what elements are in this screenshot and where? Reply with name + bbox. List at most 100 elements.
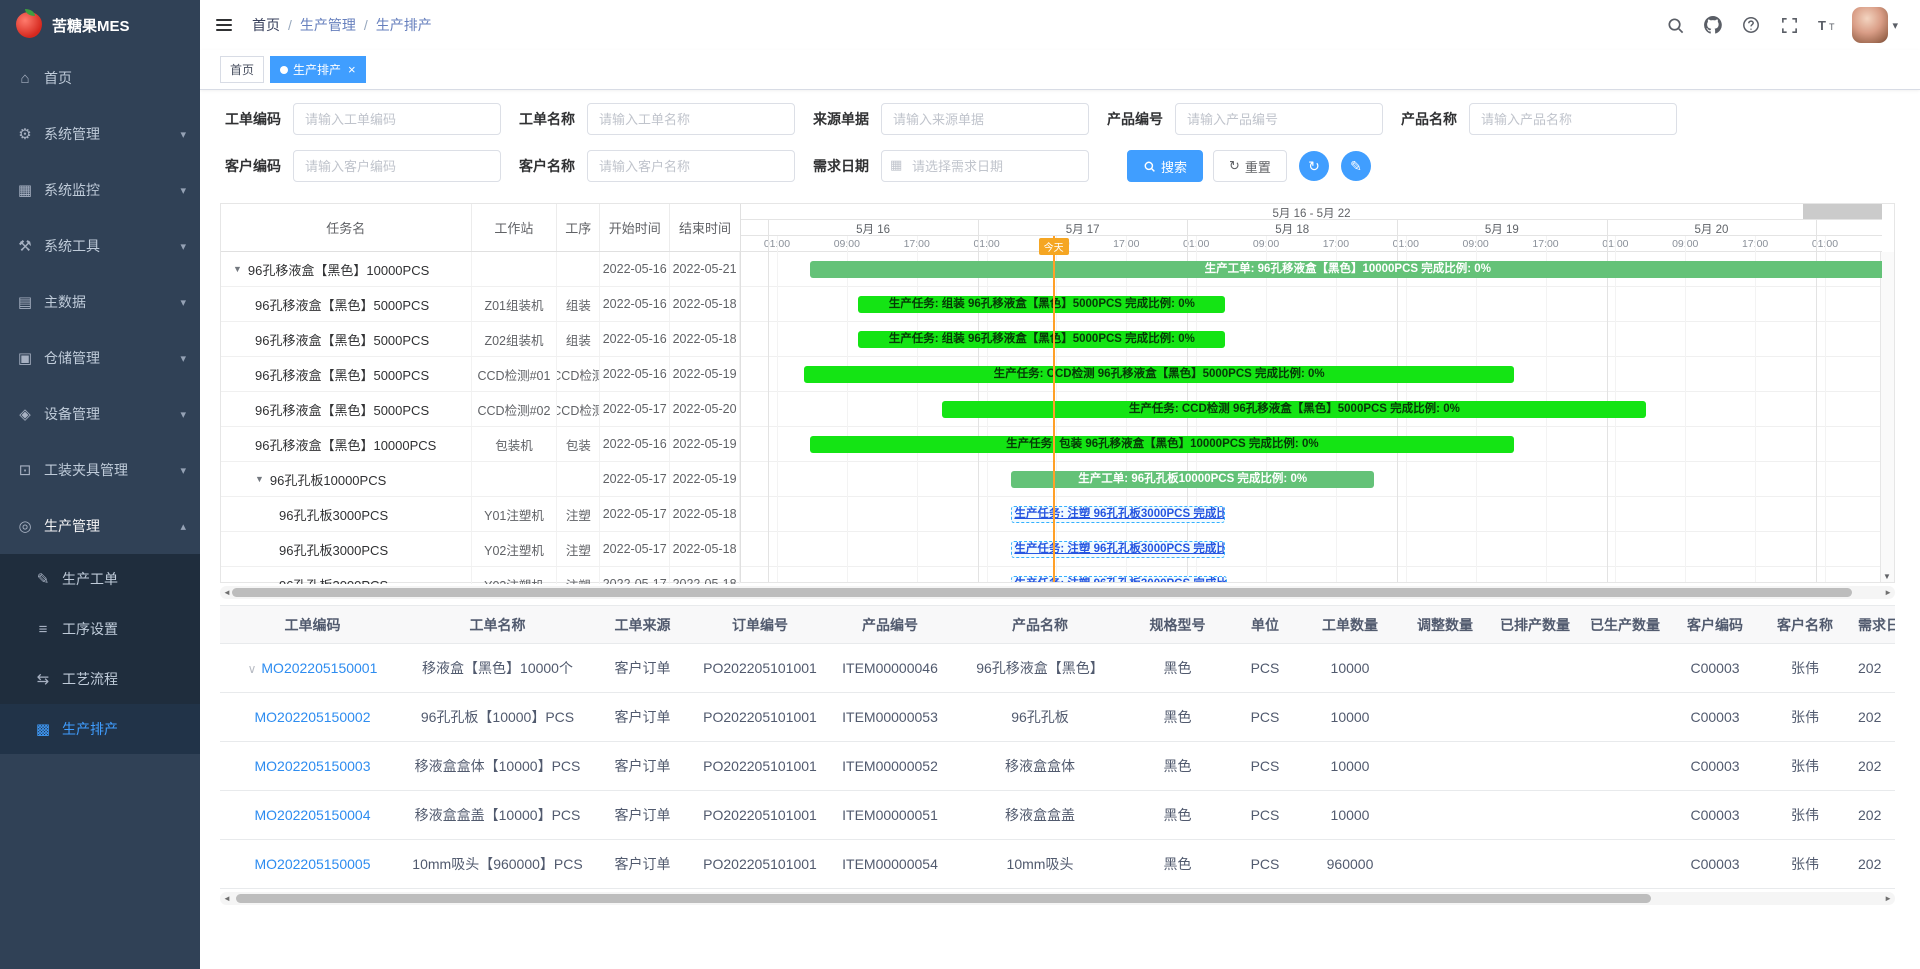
task-name: 96孔移液盒【黑色】5000PCS xyxy=(255,295,429,314)
sidebar-item-fixture[interactable]: ⊡工装夹具管理▾ xyxy=(0,442,200,498)
sidebar-item-process-settings[interactable]: ≡工序设置 xyxy=(0,604,200,654)
filter-label-demand-date: 需求日期 xyxy=(813,156,871,176)
font-size-icon[interactable]: TT xyxy=(1816,14,1838,36)
edit-circle-button[interactable]: ✎ xyxy=(1341,151,1371,181)
scrollbar-thumb[interactable] xyxy=(232,588,1852,597)
station-cell xyxy=(472,252,558,286)
user-menu[interactable]: ▾ xyxy=(1852,7,1898,43)
row-caret-icon[interactable]: ∨ xyxy=(248,662,257,676)
gantt-task-bar[interactable]: 生产任务: 注塑 96孔孔板3000PCS 完成比例: 0% xyxy=(1011,541,1225,558)
gantt-task-row[interactable]: 96孔移液盒【黑色】5000PCSCCD检测#01CCD检测2022-05-16… xyxy=(221,357,740,392)
order-code-link[interactable]: MO202205150004 xyxy=(255,807,371,823)
close-icon[interactable]: × xyxy=(348,63,356,76)
sidebar-item-home[interactable]: ⌂首页 xyxy=(0,50,200,106)
sidebar-item-label: 工艺流程 xyxy=(62,669,118,689)
down-arrow-icon[interactable]: ▼ xyxy=(1883,572,1891,581)
gantt-task-bar[interactable]: 生产任务: 组装 96孔移液盒【黑色】5000PCS 完成比例: 0% xyxy=(858,331,1225,348)
hamburger-icon[interactable] xyxy=(214,15,236,35)
gantt-panel: 任务名工作站工序开始时间结束时间 ▼96孔移液盒【黑色】10000PCS2022… xyxy=(220,203,1895,583)
refresh-circle-button[interactable]: ↻ xyxy=(1299,151,1329,181)
expand-caret-icon[interactable]: ▼ xyxy=(255,474,264,484)
gantt-task-bar[interactable]: 生产任务: CCD检测 96孔移液盒【黑色】5000PCS 完成比例: 0% xyxy=(942,401,1646,418)
right-arrow-icon[interactable]: ► xyxy=(1884,588,1892,597)
breadcrumb-current[interactable]: 生产排产 xyxy=(376,15,432,35)
task-name-cell: 96孔移液盒【黑色】5000PCS xyxy=(221,392,472,426)
order-cell-customer_name: 张伟 xyxy=(1760,644,1850,693)
sidebar-item-work-order[interactable]: ✎生产工单 xyxy=(0,554,200,604)
gantt-task-row[interactable]: 96孔移液盒【黑色】5000PCSZ01组装机组装2022-05-162022-… xyxy=(221,287,740,322)
product-code-input[interactable] xyxy=(1175,103,1383,135)
gantt-task-row[interactable]: 96孔孔板3000PCSY01注塑机注塑2022-05-172022-05-18 xyxy=(221,497,740,532)
demand-date-input[interactable] xyxy=(881,150,1089,182)
sidebar-item-label: 系统管理 xyxy=(44,124,100,144)
order-code-link[interactable]: MO202205150003 xyxy=(255,758,371,774)
sidebar-item-scheduling[interactable]: ▩生产排产 xyxy=(0,704,200,754)
task-name: 96孔移液盒【黑色】10000PCS xyxy=(248,260,429,279)
right-arrow-icon[interactable]: ► xyxy=(1884,894,1892,903)
order-row: ∨MO202205150001移液盒【黑色】10000个客户订单PO202205… xyxy=(220,644,1895,693)
start-cell: 2022-05-16 xyxy=(600,427,670,461)
work-order-name-input[interactable] xyxy=(587,103,795,135)
tab-scheduling[interactable]: 生产排产× xyxy=(270,56,366,83)
breadcrumb-home[interactable]: 首页 xyxy=(252,15,280,35)
fullscreen-icon[interactable] xyxy=(1778,14,1800,36)
order-code-link[interactable]: MO202205150002 xyxy=(255,709,371,725)
sidebar-item-equipment[interactable]: ◈设备管理▾ xyxy=(0,386,200,442)
gantt-task-row[interactable]: 96孔孔板3000PCSY03注塑机注塑2022-05-172022-05-18 xyxy=(221,567,740,584)
order-cell-product_name: 移液盒盒盖 xyxy=(955,791,1125,840)
gantt-task-bar[interactable]: 生产任务: CCD检测 96孔移液盒【黑色】5000PCS 完成比例: 0% xyxy=(804,366,1515,383)
left-arrow-icon[interactable]: ◄ xyxy=(223,894,231,903)
gantt-vertical-scrollbar[interactable]: ▼ xyxy=(1880,252,1894,582)
sidebar-item-production[interactable]: ◎生产管理▴ xyxy=(0,498,200,554)
order-code-link[interactable]: MO202205150001 xyxy=(261,660,377,676)
gantt-task-bar[interactable]: 生产任务: 注塑 96孔孔板3000PCS 完成比例: 0% xyxy=(1011,576,1227,582)
end-cell: 2022-05-18 xyxy=(670,287,740,321)
sidebar-item-warehouse[interactable]: ▣仓储管理▾ xyxy=(0,330,200,386)
sidebar-item-label: 工序设置 xyxy=(62,619,118,639)
gantt-task-row[interactable]: 96孔移液盒【黑色】5000PCSZ02组装机组装2022-05-162022-… xyxy=(221,322,740,357)
scrollbar-thumb[interactable] xyxy=(236,894,1651,903)
question-icon[interactable] xyxy=(1740,14,1762,36)
gantt-task-row[interactable]: 96孔移液盒【黑色】5000PCSCCD检测#02CCD检测2022-05-17… xyxy=(221,392,740,427)
gantt-workorder-bar[interactable]: 生产工单: 96孔移液盒【黑色】10000PCS 完成比例: 0% xyxy=(810,261,1882,278)
tab-home[interactable]: 首页 xyxy=(220,56,264,83)
chevron-down-icon: ▾ xyxy=(180,240,186,253)
github-icon[interactable] xyxy=(1702,14,1724,36)
reset-button[interactable]: ↻ 重置 xyxy=(1213,150,1287,182)
gantt-task-row[interactable]: ▼96孔孔板10000PCS2022-05-172022-05-19 xyxy=(221,462,740,497)
source-doc-input[interactable] xyxy=(881,103,1089,135)
breadcrumb-production-mgmt[interactable]: 生产管理 xyxy=(300,15,356,35)
sidebar-item-system-tools[interactable]: ⚒系统工具▾ xyxy=(0,218,200,274)
avatar[interactable] xyxy=(1852,7,1888,43)
gantt-task-bar[interactable]: 生产任务: 注塑 96孔孔板3000PCS 完成比例: 0% xyxy=(1011,506,1225,523)
sidebar-item-system-mgmt[interactable]: ⚙系统管理▾ xyxy=(0,106,200,162)
order-code-link[interactable]: MO202205150005 xyxy=(255,856,371,872)
product-name-input[interactable] xyxy=(1469,103,1677,135)
expand-caret-icon[interactable]: ▼ xyxy=(233,264,242,274)
sidebar-item-process-flow[interactable]: ⇆工艺流程 xyxy=(0,654,200,704)
search-icon[interactable] xyxy=(1664,14,1686,36)
sidebar-item-master-data[interactable]: ▤主数据▾ xyxy=(0,274,200,330)
gantt-workorder-bar[interactable]: 生产工单: 96孔孔板10000PCS 完成比例: 0% xyxy=(1011,471,1374,488)
gantt-task-row[interactable]: 96孔孔板3000PCSY02注塑机注塑2022-05-172022-05-18 xyxy=(221,532,740,567)
gantt-task-row[interactable]: ▼96孔移液盒【黑色】10000PCS2022-05-162022-05-21 xyxy=(221,252,740,287)
orders-horizontal-scrollbar[interactable]: ◄ ► xyxy=(220,892,1895,905)
orders-column-header: 已生产数量 xyxy=(1580,606,1670,644)
customer-name-input[interactable] xyxy=(587,150,795,182)
sidebar-item-system-monitor[interactable]: ▦系统监控▾ xyxy=(0,162,200,218)
customer-code-input[interactable] xyxy=(293,150,501,182)
gantt-task-row[interactable]: 96孔移液盒【黑色】10000PCS包装机包装2022-05-162022-05… xyxy=(221,427,740,462)
task-name: 96孔移液盒【黑色】5000PCS xyxy=(255,365,429,384)
left-arrow-icon[interactable]: ◄ xyxy=(223,588,231,597)
station-cell: 包装机 xyxy=(472,427,558,461)
gantt-horizontal-scrollbar[interactable]: ◄ ► xyxy=(220,586,1895,599)
start-cell: 2022-05-17 xyxy=(600,567,670,584)
gantt-task-bar[interactable]: 生产任务: 包装 96孔移液盒【黑色】10000PCS 完成比例: 0% xyxy=(810,436,1514,453)
search-button[interactable]: 搜索 xyxy=(1127,150,1203,182)
filter-label-product-code: 产品编号 xyxy=(1107,109,1165,129)
work-order-code-input[interactable] xyxy=(293,103,501,135)
monitor-icon: ▦ xyxy=(14,181,36,199)
task-name-cell: ▼96孔孔板10000PCS xyxy=(221,462,472,496)
order-cell-qty: 10000 xyxy=(1300,693,1400,742)
gantt-task-bar[interactable]: 生产任务: 组装 96孔移液盒【黑色】5000PCS 完成比例: 0% xyxy=(858,296,1225,313)
